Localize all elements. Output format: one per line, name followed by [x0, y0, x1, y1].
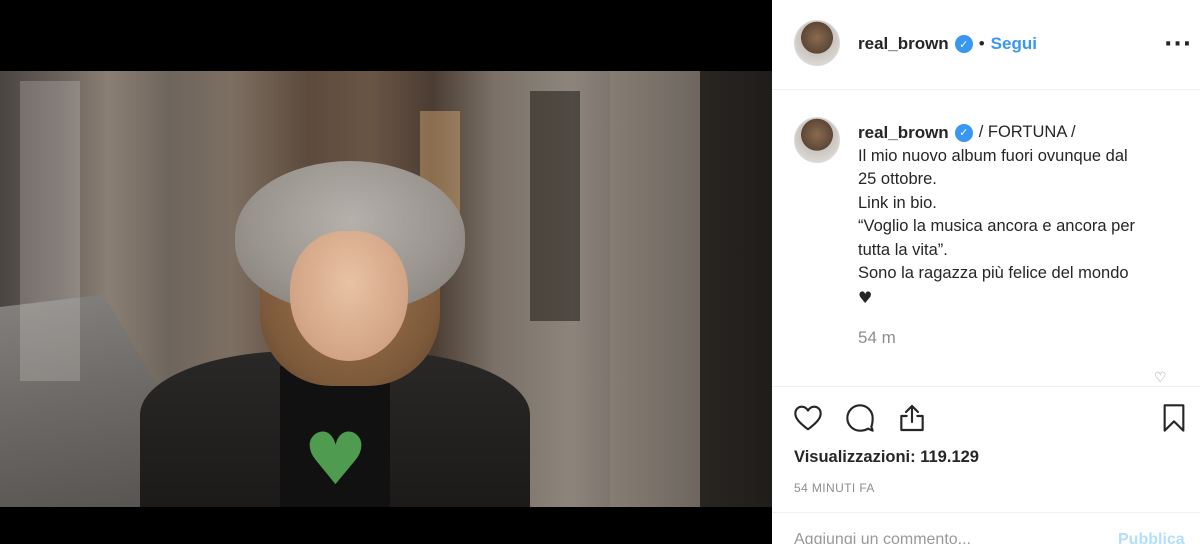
- post-video[interactable]: ♥: [0, 71, 772, 507]
- caption-title: / FORTUNA /: [978, 123, 1076, 141]
- caption-line: “Voglio la musica ancora e ancora per: [858, 217, 1135, 235]
- shirt-heart-print: ♥: [303, 417, 368, 501]
- video-subject: ♥: [140, 161, 540, 507]
- username-link[interactable]: real_brown: [858, 34, 949, 54]
- video-subject-face: [290, 231, 408, 361]
- post-caption: real_brown ✓ / FORTUNA / Il mio nuovo al…: [858, 121, 1178, 309]
- caption-line: Sono la ragazza più felice del mondo: [858, 264, 1129, 282]
- post-header: real_brown ✓ • Segui ···: [772, 0, 1200, 90]
- media-pane: ♥: [0, 0, 772, 544]
- caption-line: 25 ottobre.: [858, 170, 937, 188]
- comment-icon[interactable]: [842, 400, 878, 436]
- views-number: 119.129: [920, 448, 979, 466]
- caption-timestamp[interactable]: 54 m: [858, 328, 896, 348]
- post-timestamp[interactable]: 54 MINUTI FA: [794, 481, 875, 495]
- comment-input[interactable]: Aggiungi un commento...: [794, 531, 1114, 544]
- video-building-shadow: [700, 71, 772, 507]
- views-label: Visualizzazioni:: [794, 448, 916, 466]
- separator-dot: •: [978, 34, 985, 53]
- caption-line: tutta la vita”.: [858, 240, 948, 259]
- divider: [772, 386, 1200, 387]
- heart-icon[interactable]: [790, 400, 826, 436]
- caption-line: Il mio nuovo album fuori ovunque dal: [858, 146, 1128, 165]
- verified-badge-icon: ✓: [954, 123, 973, 142]
- avatar[interactable]: [794, 20, 840, 66]
- share-icon[interactable]: [894, 400, 930, 436]
- video-building: [610, 71, 700, 507]
- caption-username-link[interactable]: real_brown: [858, 121, 949, 145]
- black-heart-emoji: ♥: [858, 287, 873, 307]
- caption-like-icon[interactable]: ♡: [1154, 370, 1167, 386]
- action-bar: [790, 400, 1186, 440]
- video-building: [20, 81, 80, 381]
- publish-button[interactable]: Pubblica: [1118, 531, 1185, 544]
- bookmark-icon[interactable]: [1156, 400, 1192, 436]
- views-count[interactable]: Visualizzazioni: 119.129: [794, 448, 979, 467]
- verified-badge-icon: ✓: [954, 35, 973, 53]
- caption-line: Link in bio.: [858, 193, 937, 212]
- divider: [772, 512, 1200, 513]
- more-options-icon[interactable]: ···: [1164, 32, 1192, 57]
- post-side-panel: real_brown ✓ • Segui ··· real_brown ✓ / …: [772, 0, 1200, 544]
- follow-button[interactable]: Segui: [991, 34, 1037, 54]
- caption-avatar[interactable]: [794, 117, 840, 163]
- header-user: real_brown ✓ • Segui: [858, 34, 1037, 54]
